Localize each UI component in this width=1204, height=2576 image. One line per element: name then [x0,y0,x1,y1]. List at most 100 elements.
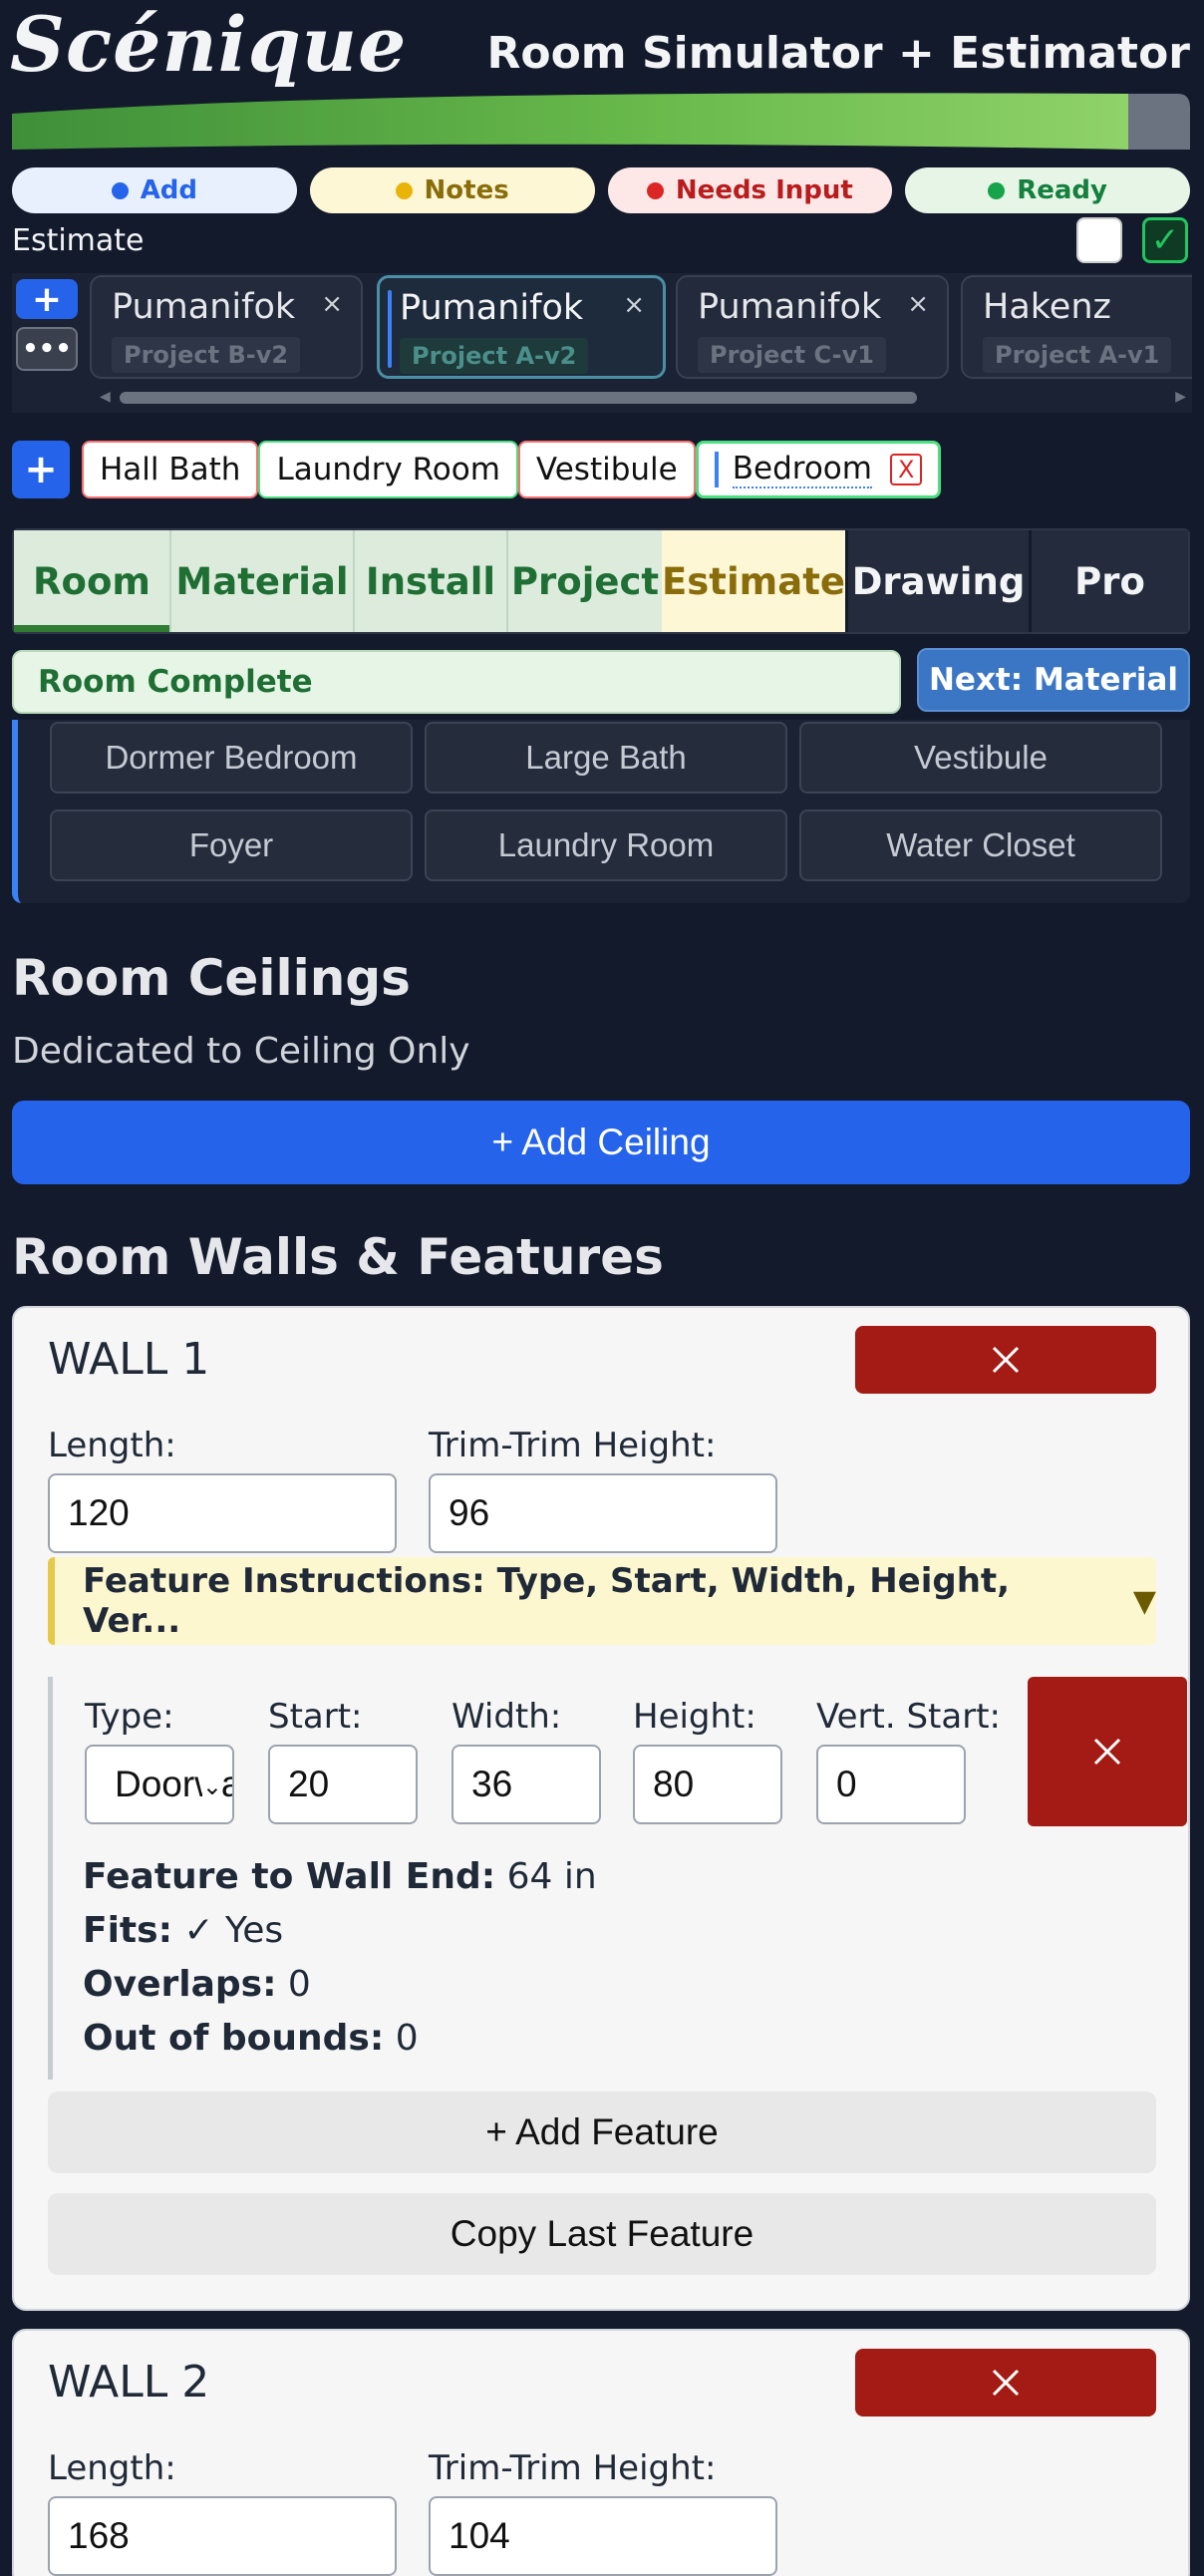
preset-dormer-bedroom[interactable]: Dormer Bedroom [50,722,413,794]
tab-project[interactable]: Project [506,530,662,632]
wall-card: WALL 2 Length: 168 Trim-Trim Height: 104 [12,2329,1190,2576]
preset-water-closet[interactable]: Water Closet [799,809,1162,881]
add-room-button[interactable]: + [12,441,70,498]
feature-to-wall-end: Feature to Wall End: 64 in [83,1856,597,1897]
delete-wall-button[interactable] [855,1326,1156,1394]
chevron-down-icon: ⌄ [201,1772,222,1801]
estimate-checkbox-checked[interactable]: ✓ [1142,217,1188,263]
vert-start-label: Vert. Start: [816,1697,1001,1737]
progress-wave [12,93,1190,150]
project-tab[interactable]: Pumanifok × Project B-v2 [90,275,363,379]
room-tab-laundry-room[interactable]: Laundry Room [258,441,518,498]
feature-vert-start-input[interactable]: 0 [816,1745,966,1824]
start-label: Start: [268,1697,363,1737]
project-name: Pumanifok [400,288,584,328]
delete-feature-button[interactable] [1028,1677,1187,1826]
status-legend: Add Notes Needs Input Ready [12,167,1190,213]
preset-large-bath[interactable]: Large Bath [425,722,787,794]
main-nav-tabs: Room Material Install Project Estimate D… [12,528,1190,634]
estimate-checkbox-unchecked[interactable] [1076,217,1122,263]
green-dot-icon [988,181,1006,199]
close-icon[interactable]: × [907,289,929,319]
checkmark-icon: ✓ [1150,220,1180,260]
more-options-button[interactable]: ••• [16,327,78,371]
scroll-left-icon[interactable]: ◀ [100,389,111,405]
room-tab-label: Vestibule [535,452,678,487]
close-icon[interactable]: × [623,290,645,320]
feature-type-select[interactable]: Doorway ⌄ [85,1745,234,1824]
close-room-button[interactable]: X [889,454,923,485]
room-tab-label: Hall Bath [100,452,241,487]
type-label: Type: [85,1697,174,1737]
yellow-dot-icon [395,181,413,199]
add-feature-button[interactable]: + Add Feature [48,2092,1156,2173]
width-label: Width: [452,1697,562,1737]
tab-install[interactable]: Install [353,530,506,632]
feature-instructions-text: Feature Instructions: Type, Start, Width… [83,1561,1011,1641]
app-title: Room Simulator + Estimator [486,28,1190,79]
preset-vestibule[interactable]: Vestibule [799,722,1162,794]
room-tab-bedroom[interactable]: Bedroom X [695,441,942,498]
close-icon[interactable]: × [321,289,343,319]
room-presets: Dormer Bedroom Large Bath Vestibule Foye… [12,720,1190,903]
active-indicator [714,452,719,487]
status-add-label: Add [140,175,198,205]
delete-wall-button[interactable] [855,2349,1156,2416]
status-ready-label: Ready [1017,175,1107,205]
close-icon [1093,1738,1121,1766]
add-project-button[interactable]: + [16,279,78,320]
horizontal-scrollbar[interactable]: ◀ ▶ [100,389,1186,405]
status-needs-input-pill[interactable]: Needs Input [607,167,893,213]
next-material-button[interactable]: Next: Material [917,648,1190,712]
wall-title: WALL 1 [48,1334,210,1385]
status-notes-label: Notes [424,175,509,205]
room-complete-banner: Room Complete [12,650,901,714]
blue-dot-icon [111,181,129,199]
stat-value: ✓ Yes [183,1910,284,1951]
room-tab-vestibule[interactable]: Vestibule [517,441,696,498]
copy-last-feature-button[interactable]: Copy Last Feature [48,2193,1156,2275]
length-input[interactable]: 120 [48,1473,397,1553]
scrollbar-thumb[interactable] [120,392,917,404]
stat-value: 0 [287,1964,311,2005]
tab-room[interactable]: Room [14,530,169,632]
add-ceiling-button[interactable]: + Add Ceiling [12,1101,1190,1184]
feature-width-input[interactable]: 36 [452,1745,601,1824]
project-name: Hakenz [983,287,1111,327]
status-add-pill[interactable]: Add [12,167,297,213]
feature-instructions-toggle[interactable]: Feature Instructions: Type, Start, Width… [48,1557,1156,1645]
close-icon [992,2369,1020,2397]
height-input[interactable]: 104 [429,2496,777,2576]
feature-row: Type: Start: Width: Height: Vert. Start:… [48,1677,1187,2080]
length-label: Length: [48,2448,176,2488]
feature-overlaps: Overlaps: 0 [83,1964,311,2005]
tab-estimate[interactable]: Estimate [662,530,845,632]
status-notes-pill[interactable]: Notes [309,167,595,213]
feature-height-label: Height: [633,1697,756,1737]
height-label: Trim-Trim Height: [429,1426,717,1465]
tab-drawing[interactable]: Drawing [845,530,1029,632]
length-label: Length: [48,1426,176,1465]
app-logo: Scénique [10,0,408,89]
tab-pro[interactable]: Pro [1029,530,1188,632]
feature-start-input[interactable]: 20 [268,1745,418,1824]
project-tab[interactable]: Hakenz Project A-v1 [961,275,1192,379]
walls-heading: Room Walls & Features [12,1228,664,1286]
tab-material[interactable]: Material [169,530,353,632]
project-name: Pumanifok [112,287,296,327]
height-input[interactable]: 96 [429,1473,777,1553]
close-icon [992,1346,1020,1374]
project-tab-active[interactable]: Pumanifok × Project A-v2 [377,275,666,379]
scroll-right-icon[interactable]: ▶ [1175,389,1186,405]
red-dot-icon [646,181,664,199]
preset-foyer[interactable]: Foyer [50,809,413,881]
length-input[interactable]: 168 [48,2496,397,2576]
room-tabs: + Hall Bath Laundry Room Vestibule Bedro… [12,439,942,500]
project-name: Pumanifok [698,287,882,327]
stat-value: 64 in [506,1856,597,1897]
status-ready-pill[interactable]: Ready [905,167,1190,213]
room-tab-hall-bath[interactable]: Hall Bath [82,441,259,498]
preset-laundry-room[interactable]: Laundry Room [425,809,787,881]
feature-height-input[interactable]: 80 [633,1745,782,1824]
project-tab[interactable]: Pumanifok × Project C-v1 [676,275,949,379]
